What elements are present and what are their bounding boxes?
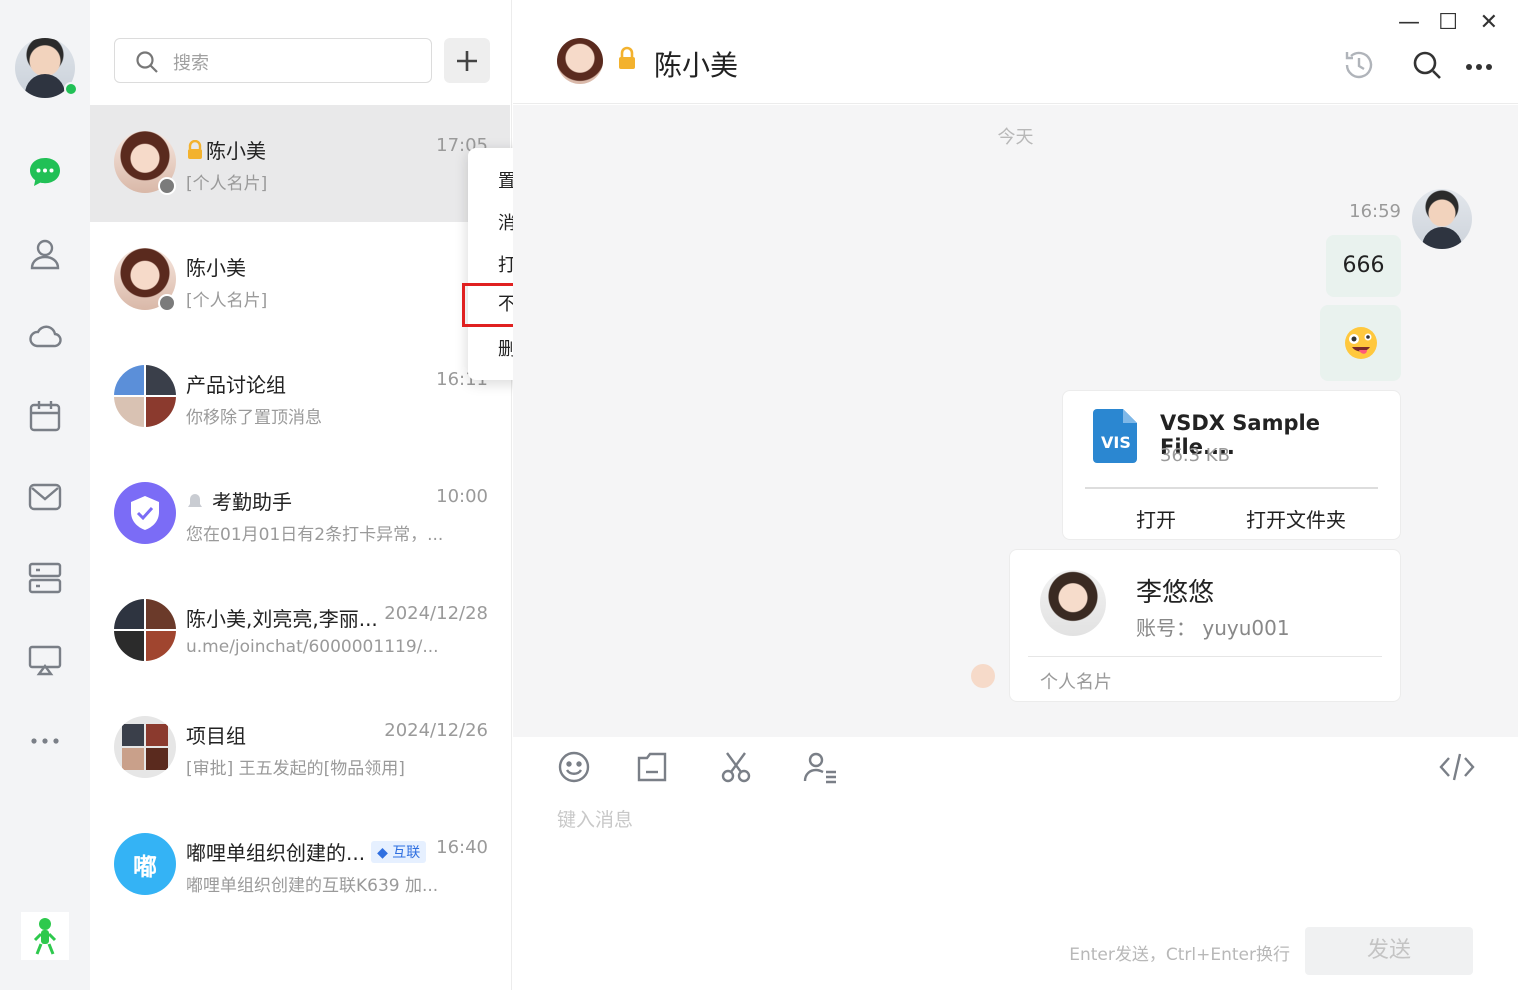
status-dot	[158, 294, 176, 312]
chat-time: 10:00	[436, 486, 488, 507]
compose-toolbar	[513, 737, 1518, 797]
chat-item[interactable]: 产品讨论组 16:11 你移除了置顶消息	[90, 339, 510, 456]
group-avatar	[114, 599, 176, 661]
chat-name: 陈小美	[186, 256, 246, 280]
search-box[interactable]: 搜索	[114, 38, 432, 83]
text-message[interactable]: 666	[1326, 235, 1401, 297]
lock-icon	[617, 46, 637, 74]
chat-preview: [个人名片]	[186, 174, 268, 194]
plus-icon	[457, 50, 477, 71]
workbench-icon[interactable]	[25, 558, 65, 598]
conversation-panel: 陈小美 — ☐ ✕ 今天 16:59 666 VIS VSDX Sample F…	[513, 0, 1518, 990]
more-icon[interactable]	[25, 721, 65, 761]
contact-card-message[interactable]: 李悠悠 账号： yuyu001 个人名片	[1009, 549, 1401, 702]
message-area: 今天 16:59 666 VIS VSDX Sample File.... 36…	[513, 105, 1518, 737]
more-icon[interactable]	[1465, 56, 1493, 75]
file-size: 36.3 KB	[1160, 445, 1230, 466]
group-avatar	[114, 716, 176, 778]
crazy-face-emoji-icon	[1344, 327, 1377, 359]
contact-card-name: 李悠悠	[1136, 578, 1215, 608]
divider	[1085, 487, 1378, 489]
chat-preview: [个人名片]	[186, 291, 268, 311]
emoji-icon[interactable]	[554, 747, 594, 787]
status-dot	[158, 177, 176, 195]
emoji-message[interactable]	[1320, 305, 1401, 381]
scissors-icon[interactable]	[716, 747, 756, 787]
history-icon[interactable]	[1342, 48, 1376, 86]
contact-avatar[interactable]	[557, 38, 603, 84]
my-avatar[interactable]	[1412, 189, 1472, 249]
chat-preview: 您在01月01日有2条打卡异常，...	[186, 525, 444, 545]
lock-icon	[186, 139, 204, 165]
chat-name: 考勤助手	[186, 486, 292, 515]
send-button[interactable]: 发送	[1305, 927, 1473, 975]
message-input[interactable]: 键入消息	[557, 805, 633, 832]
folder-icon[interactable]	[632, 747, 672, 787]
mention-user-icon[interactable]	[800, 747, 840, 787]
chat-time: 16:40	[436, 837, 488, 858]
date-divider: 今天	[997, 127, 1034, 148]
minimize-button[interactable]: —	[1398, 10, 1420, 35]
org-avatar: 嘟	[114, 833, 176, 895]
chat-name: 产品讨论组	[186, 373, 286, 397]
chat-list-panel: 搜索 陈小美 17:05 [个人名片] 陈小美 [个人名片] 产品讨论组 16:…	[90, 0, 638, 990]
search-input[interactable]: 搜索	[173, 49, 209, 75]
search-icon[interactable]	[1412, 50, 1442, 84]
shield-check-icon	[131, 496, 159, 530]
mute-bell-icon	[186, 491, 204, 515]
chat-name: 项目组	[186, 724, 246, 748]
nav-rail	[0, 0, 90, 990]
search-icon	[135, 50, 159, 78]
chat-time: 2024/12/26	[384, 720, 488, 741]
chat-item[interactable]: 考勤助手 10:00 您在01月01日有2条打卡异常，...	[90, 456, 510, 573]
chat-preview: 嘟哩单组织创建的互联K639 加...	[186, 876, 439, 896]
conversation-title: 陈小美	[654, 49, 739, 82]
divider	[1028, 656, 1382, 657]
chat-time: 2024/12/28	[384, 603, 488, 624]
file-message[interactable]: VIS VSDX Sample File.... 36.3 KB 打开 打开文件…	[1062, 390, 1401, 540]
group-avatar	[114, 365, 176, 427]
screen-share-icon[interactable]	[25, 640, 65, 680]
send-hint: Enter发送，Ctrl+Enter换行	[1069, 945, 1290, 965]
attendance-avatar	[114, 482, 176, 544]
maximize-button[interactable]: ☐	[1438, 10, 1458, 35]
chat-item[interactable]: 项目组 2024/12/26 [审批] 王五发起的[物品领用]	[90, 690, 510, 807]
app-logo-icon[interactable]	[21, 912, 69, 960]
online-status-dot	[64, 82, 78, 96]
code-icon[interactable]	[1437, 747, 1477, 787]
chat-preview: 你移除了置顶消息	[186, 408, 322, 428]
message-time: 16:59	[1349, 201, 1401, 222]
chat-icon[interactable]	[25, 152, 65, 192]
chat-item[interactable]: 陈小美,刘亮亮,李丽... 2024/12/28 u.me/joinchat/6…	[90, 573, 510, 690]
app-window: 搜索 陈小美 17:05 [个人名片] 陈小美 [个人名片] 产品讨论组 16:…	[0, 0, 1518, 990]
contact-card-label: 个人名片	[1040, 672, 1112, 693]
close-button[interactable]: ✕	[1480, 10, 1498, 35]
add-button[interactable]	[444, 38, 490, 83]
contacts-icon[interactable]	[25, 234, 65, 274]
chat-name: 嘟哩单组织创建的... ◆ 互联	[186, 837, 427, 866]
chat-item[interactable]: 陈小美 [个人名片]	[90, 222, 510, 339]
conversation-header: 陈小美 — ☐ ✕	[513, 0, 1518, 104]
chat-item[interactable]: 陈小美 17:05 [个人名片]	[90, 105, 510, 222]
contact-card-account: 账号： yuyu001	[1136, 616, 1290, 640]
chat-item[interactable]: 嘟 嘟哩单组织创建的... ◆ 互联 16:40 嘟哩单组织创建的互联K639 加…	[90, 807, 510, 924]
sender-avatar[interactable]	[971, 664, 995, 688]
cloud-icon[interactable]	[25, 315, 65, 355]
contact-card-avatar	[1040, 570, 1106, 636]
calendar-icon[interactable]	[25, 396, 65, 436]
open-file-button[interactable]: 打开	[1136, 504, 1176, 533]
chat-preview: [审批] 王五发起的[物品领用]	[186, 759, 405, 779]
open-folder-button[interactable]: 打开文件夹	[1246, 504, 1346, 533]
mail-icon[interactable]	[25, 477, 65, 517]
chat-name: 陈小美,刘亮亮,李丽...	[186, 607, 378, 631]
chat-name: 陈小美	[186, 135, 266, 165]
visio-file-icon: VIS	[1093, 409, 1137, 467]
chat-preview: u.me/joinchat/6000001119/...	[186, 637, 439, 657]
interconnect-badge: ◆ 互联	[371, 841, 427, 863]
